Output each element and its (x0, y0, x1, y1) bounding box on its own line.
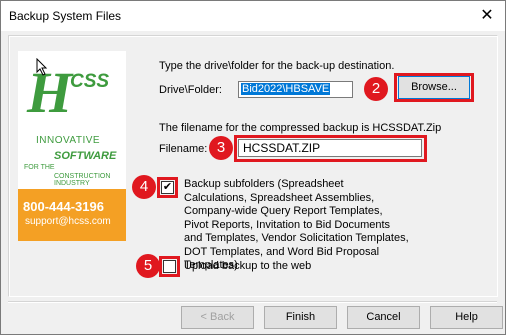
browse-button[interactable]: Browse... (398, 76, 470, 99)
backup-subfolders-checkbox[interactable]: ✔ (161, 181, 174, 194)
drive-folder-input[interactable]: Bid2022\HBSAVE (238, 81, 353, 98)
filename-label: Filename: (159, 143, 208, 155)
hcss-logo: H CSS INNOVATIVE SOFTWARE FOR THE CONSTR… (18, 51, 126, 241)
filename-info: The filename for the compressed backup i… (159, 122, 442, 134)
annotation-4: 4 (132, 175, 156, 199)
logo-software: SOFTWARE (54, 150, 117, 162)
annotation-5: 5 (136, 254, 160, 278)
logo-letter: H (27, 60, 73, 125)
logo-innovative: INNOVATIVE (36, 135, 101, 146)
logo-for-the: FOR THE (24, 164, 55, 171)
annotation-3: 3 (209, 136, 233, 160)
drive-folder-value: Bid2022\HBSAVE (241, 83, 331, 95)
upload-web-checkbox[interactable] (163, 260, 176, 273)
cancel-button[interactable]: Cancel (347, 306, 420, 329)
annotation-2: 2 (364, 77, 388, 101)
backup-dialog: Backup System Files ✕ H CSS INNOVATIVE S… (0, 0, 506, 335)
logo-contact-band (18, 189, 126, 241)
logo-email: support@hcss.com (25, 216, 111, 227)
drive-instruction: Type the drive\folder for the back-up de… (159, 60, 395, 72)
logo-phone: 800-444-3196 (23, 199, 104, 214)
window-title: Backup System Files (9, 9, 122, 23)
finish-button[interactable]: Finish (264, 306, 337, 329)
mouse-cursor-icon (36, 58, 48, 76)
logo-industry: CONSTRUCTION INDUSTRY (54, 173, 111, 187)
logo-css: CSS (70, 71, 110, 92)
upload-web-label: Upload backup to the web (184, 260, 312, 272)
close-icon[interactable]: ✕ (479, 8, 495, 24)
help-button[interactable]: Help (430, 306, 503, 329)
button-separator (8, 301, 497, 303)
filename-input[interactable]: HCSSDAT.ZIP (238, 139, 422, 157)
title-bar: Backup System Files ✕ (1, 1, 505, 31)
drive-folder-label: Drive\Folder: (159, 84, 222, 96)
back-button[interactable]: < Back (181, 306, 254, 329)
backup-subfolders-label: Backup subfolders (Spreadsheet Calculati… (184, 178, 409, 271)
